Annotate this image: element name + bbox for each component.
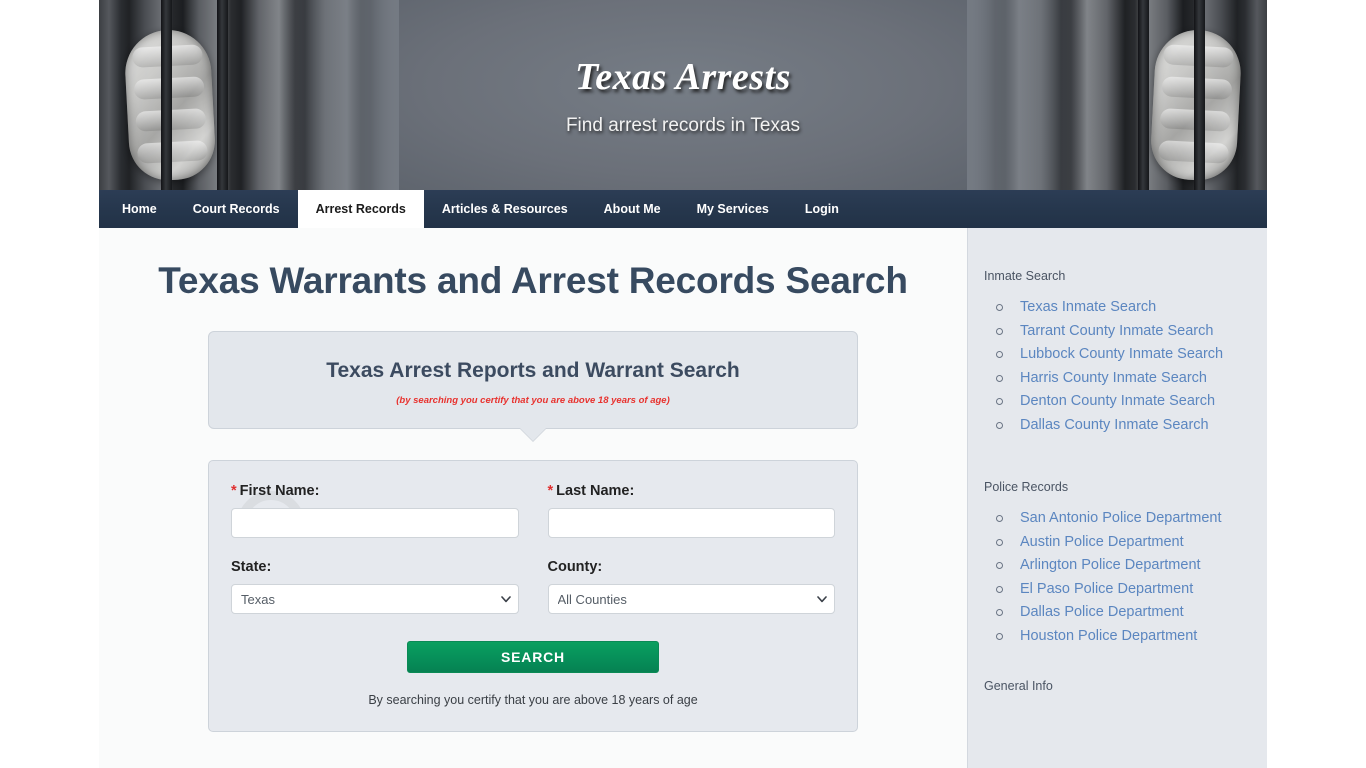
sidebar-link-texas-inmate-search[interactable]: Texas Inmate Search [994, 299, 1251, 315]
nav-item-arrest-records[interactable]: Arrest Records [297, 190, 424, 228]
page-title: Texas Warrants and Arrest Records Search [158, 260, 908, 301]
state-select-wrapper: Texas [231, 584, 519, 614]
age-certification-text: By searching you certify that you are ab… [368, 693, 698, 707]
first-name-label: * First Name: [231, 483, 519, 499]
sidebar-heading-general-info: General Info [984, 679, 1053, 693]
sidebar-link-harris-county-inmate-search[interactable]: Harris County Inmate Search [994, 370, 1251, 386]
nav-item-about-me[interactable]: About Me [586, 190, 679, 228]
search-intro-bubble: Texas Arrest Reports and Warrant Search … [208, 331, 858, 441]
sidebar-section-general-info: General Info [968, 651, 1267, 693]
last-name-field-group: * Last Name: [547, 483, 836, 538]
page-root: Texas Arrests Find arrest records in Tex… [0, 0, 1366, 768]
first-name-label-text: First Name: [239, 483, 320, 499]
sidebar-link-lubbock-county-inmate-search[interactable]: Lubbock County Inmate Search [994, 346, 1251, 362]
search-bubble-heading: Texas Arrest Reports and Warrant Search [326, 359, 740, 382]
required-asterisk-first-name: * [231, 483, 237, 499]
sidebar-heading-inmate-search: Inmate Search [984, 269, 1066, 283]
search-button[interactable]: SEARCH [407, 641, 659, 673]
bubble-tail-decoration [520, 428, 546, 441]
age-disclaimer-note: (by searching you certify that you are a… [396, 395, 670, 406]
nav-item-my-services[interactable]: My Services [679, 190, 787, 228]
sidebar-section-police-records: Police Records San Antonio Police Depart… [968, 440, 1267, 644]
form-row-location: State: Texas County: All Counties [231, 559, 835, 614]
sidebar: Inmate Search Texas Inmate Search Tarran… [967, 228, 1267, 768]
sidebar-link-dallas-county-inmate-search[interactable]: Dallas County Inmate Search [994, 417, 1251, 433]
county-label: County: [547, 559, 603, 575]
first-name-field-group: * First Name: [231, 483, 519, 538]
last-name-input[interactable] [547, 508, 835, 538]
last-name-label-text: Last Name: [556, 483, 635, 499]
nav-item-login[interactable]: Login [787, 190, 857, 228]
sidebar-link-arlington-police-department[interactable]: Arlington Police Department [994, 557, 1251, 573]
arrest-search-form: * First Name: * Last Name: State: Texas … [208, 460, 858, 732]
sidebar-link-el-paso-police-department[interactable]: El Paso Police Department [994, 581, 1251, 597]
hero-text-block: Texas Arrests Find arrest records in Tex… [99, 55, 1267, 137]
state-select[interactable]: Texas [231, 584, 519, 614]
nav-item-court-records[interactable]: Court Records [175, 190, 298, 228]
last-name-label: * Last Name: [548, 483, 836, 499]
site-tagline: Find arrest records in Texas [565, 115, 801, 136]
main-navigation: Home Court Records Arrest Records Articl… [99, 190, 1267, 228]
site-masthead: Texas Arrests Find arrest records in Tex… [99, 0, 1267, 190]
county-select-wrapper: All Counties [547, 584, 835, 614]
sidebar-list-inmate-search: Texas Inmate Search Tarrant County Inmat… [984, 299, 1251, 433]
sidebar-link-dallas-police-department[interactable]: Dallas Police Department [994, 604, 1251, 620]
sidebar-list-police-records: San Antonio Police Department Austin Pol… [984, 510, 1251, 644]
first-name-input[interactable] [231, 508, 519, 538]
main-content-column: Texas Warrants and Arrest Records Search… [99, 228, 967, 768]
page-body: Texas Warrants and Arrest Records Search… [99, 228, 1267, 768]
state-field-group: State: Texas [231, 559, 519, 614]
sidebar-link-tarrant-county-inmate-search[interactable]: Tarrant County Inmate Search [994, 323, 1251, 339]
state-label: State: [231, 559, 272, 575]
sidebar-link-denton-county-inmate-search[interactable]: Denton County Inmate Search [994, 393, 1251, 409]
nav-item-home[interactable]: Home [104, 190, 175, 228]
county-select[interactable]: All Counties [547, 584, 835, 614]
sidebar-heading-police-records: Police Records [984, 480, 1069, 494]
county-field-group: County: All Counties [547, 559, 835, 614]
site-title: Texas Arrests [575, 56, 791, 98]
form-row-names: * First Name: * Last Name: [231, 483, 835, 538]
site-container: Texas Arrests Find arrest records in Tex… [99, 0, 1267, 768]
required-asterisk-last-name: * [547, 483, 554, 499]
sidebar-link-houston-police-department[interactable]: Houston Police Department [994, 628, 1251, 644]
sidebar-section-inmate-search: Inmate Search Texas Inmate Search Tarran… [968, 228, 1267, 433]
nav-item-articles-resources[interactable]: Articles & Resources [424, 190, 586, 228]
sidebar-link-austin-police-department[interactable]: Austin Police Department [994, 534, 1251, 550]
sidebar-link-san-antonio-police-department[interactable]: San Antonio Police Department [994, 510, 1251, 526]
